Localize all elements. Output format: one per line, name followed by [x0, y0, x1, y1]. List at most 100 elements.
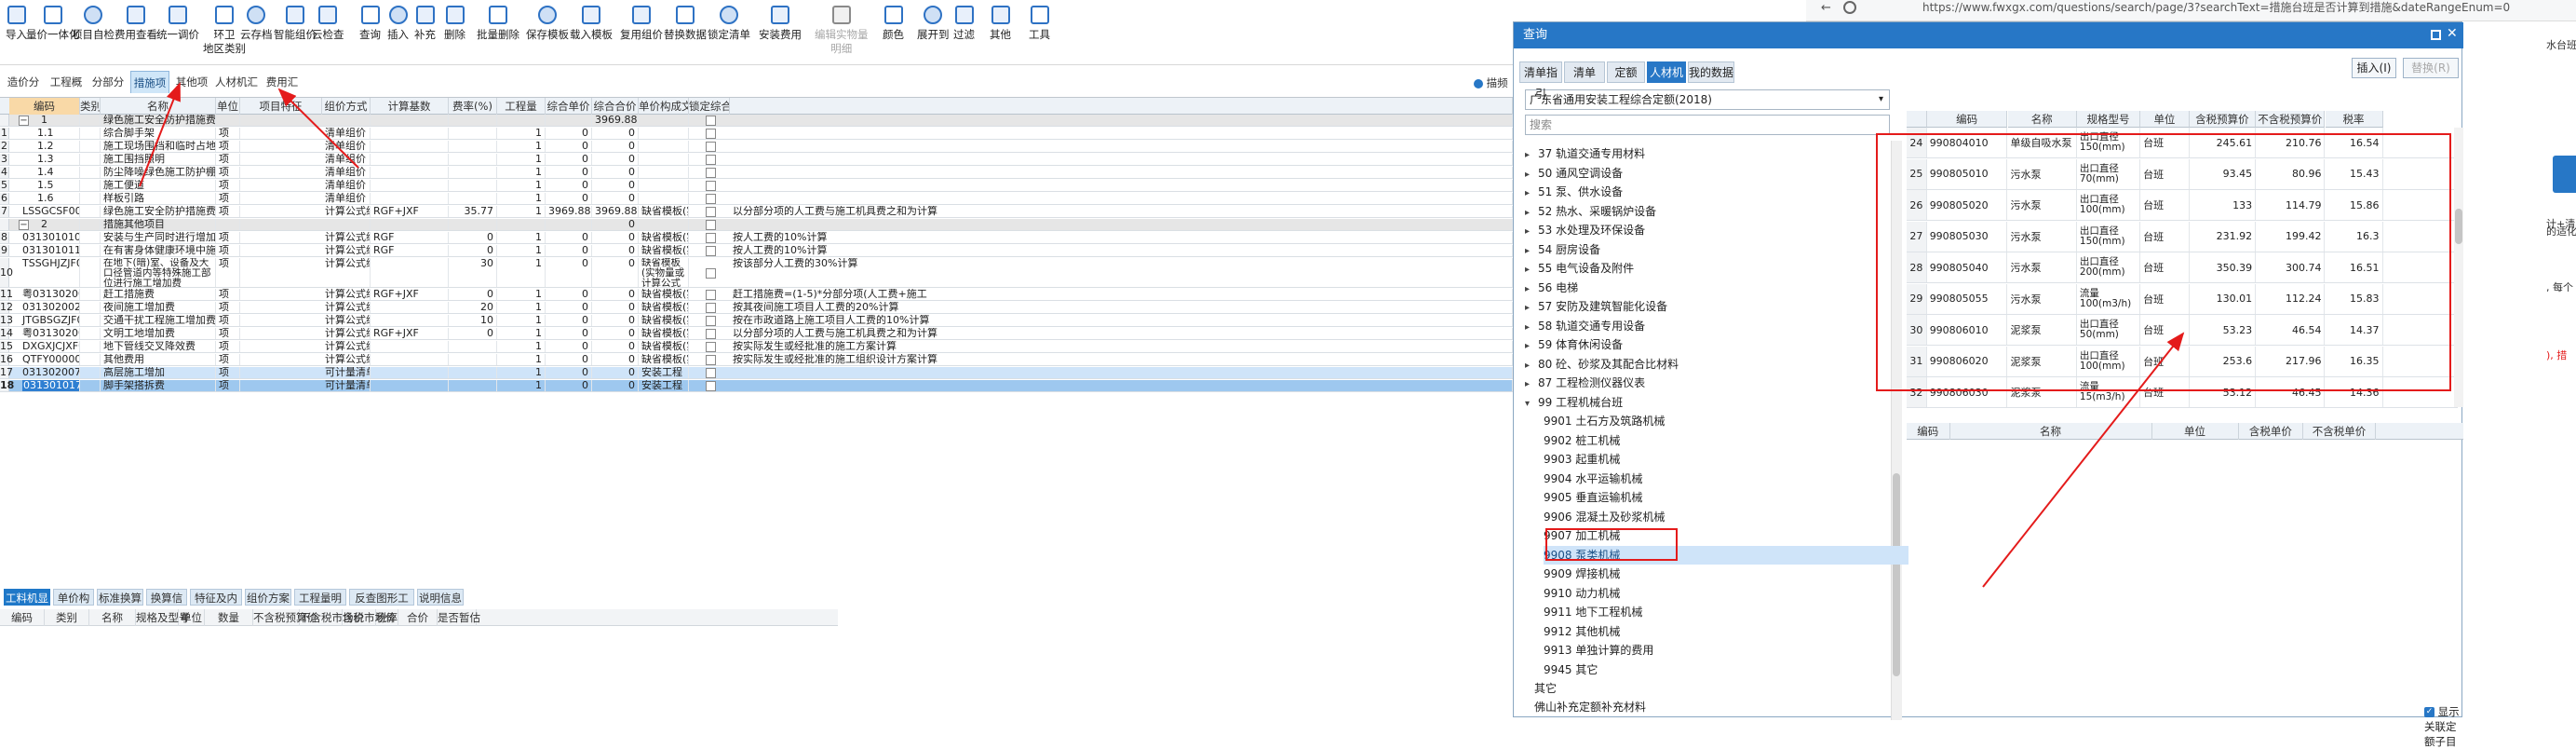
table-row[interactable]: 6 1.6 样板引路项清单组价 1 0 0 — [0, 193, 1513, 205]
cell-code[interactable]: 粤031302008… — [9, 289, 80, 300]
tree-node[interactable]: ▸ 55 电气设备及附件 — [1525, 259, 1634, 278]
cell-method[interactable]: 计算公式组价 — [322, 354, 371, 365]
cell-method[interactable]: 清单组价 — [322, 141, 371, 152]
cell-rate[interactable] — [449, 341, 497, 352]
collapsed-icon[interactable]: ▸ — [1525, 319, 1538, 337]
cell-cat[interactable] — [80, 180, 101, 191]
description-toggle[interactable]: 描频 — [1474, 75, 1508, 90]
cell-file[interactable]: 缺省模板(实物… — [639, 354, 689, 365]
cell-rate[interactable]: 20 — [449, 302, 497, 313]
cell-base[interactable] — [371, 128, 449, 139]
cell-code[interactable]: 1.3 — [9, 154, 80, 165]
tree-node[interactable]: ▸ 51 泵、供水设备 — [1525, 183, 1623, 201]
back-icon[interactable]: ← — [1821, 2, 1832, 14]
cell-name[interactable]: 其他费用 — [101, 354, 216, 365]
bottom-tab-7[interactable]: 反查图形工程量 — [349, 589, 414, 621]
toolbar-button[interactable]: 过滤 — [953, 0, 975, 42]
table-row[interactable]: 9031301011001在有害身体健康环境中施工增加费项计算公式组价RGF01… — [0, 245, 1513, 257]
cell-base[interactable] — [371, 367, 449, 378]
cell-total[interactable]: 0 — [592, 154, 639, 165]
cell-price[interactable]: 0 — [546, 380, 592, 391]
cell-total[interactable]: 0 — [592, 328, 639, 339]
lock-price-checkbox[interactable] — [706, 142, 716, 152]
cell-price[interactable]: 0 — [546, 128, 592, 139]
cell-price[interactable]: 0 — [546, 289, 592, 300]
cell-total[interactable]: 0 — [592, 245, 639, 256]
cell-name[interactable]: 防尘降噪绿色施工防护棚 — [101, 167, 216, 178]
cell-qty[interactable]: 1 — [497, 180, 546, 191]
cell-rate[interactable]: 10 — [449, 315, 497, 326]
cell-price[interactable]: 0 — [546, 315, 592, 326]
tab-6[interactable]: 费用汇总 — [263, 71, 302, 111]
cell-total[interactable]: 0 — [592, 141, 639, 152]
cell-rate[interactable] — [449, 128, 497, 139]
cell-total[interactable]: 0 — [592, 128, 639, 139]
cell-cat[interactable] — [80, 367, 101, 378]
replace-button[interactable]: 替换(R) — [2403, 58, 2459, 78]
resource-column-1[interactable]: 名称 — [2007, 111, 2077, 128]
cell-method[interactable] — [322, 115, 371, 126]
lock-price-checkbox[interactable] — [706, 381, 716, 391]
cell-name[interactable]: 施工现场围挡和临时占地围挡 — [101, 141, 216, 152]
show-linked-quota-checkbox[interactable]: ✓ 显示关联定额子目 — [2424, 704, 2461, 749]
cell-code[interactable]: 1.6 — [9, 193, 80, 204]
cell-price[interactable]: 0 — [546, 354, 592, 365]
collapsed-icon[interactable]: ▸ — [1525, 184, 1538, 203]
cell-rate[interactable] — [449, 115, 497, 126]
cell-name[interactable]: 绿色施工安全防护措施费 — [101, 206, 216, 217]
bottom-column-0[interactable]: 编码 — [0, 609, 45, 626]
cell-method[interactable]: 计算公式组价 — [322, 258, 371, 287]
cell-desc[interactable] — [730, 193, 1513, 204]
lock-price-checkbox[interactable] — [706, 233, 716, 243]
toolbar-button[interactable]: 补充 — [414, 0, 436, 42]
resource-column-0[interactable]: 编码 — [1926, 111, 2008, 128]
toolbar-button[interactable]: 云检查 — [312, 0, 344, 42]
tree-node[interactable]: 9902 桩工机械 — [1544, 431, 1620, 450]
collapsed-icon[interactable]: ▸ — [1525, 337, 1538, 356]
cell-name[interactable]: 在有害身体健康环境中施工增加费 — [101, 245, 216, 256]
column-header-7[interactable]: 费率(%) — [449, 98, 497, 115]
cell-code[interactable]: QTFY00000001 — [9, 354, 80, 365]
cell-desc[interactable] — [730, 367, 1513, 378]
cell-price[interactable]: 0 — [546, 154, 592, 165]
cell-base[interactable] — [371, 258, 449, 287]
tree-node[interactable]: 9913 单独计算的费用 — [1544, 641, 1653, 660]
cell-file[interactable]: 缺省模板(实物量或计算公式组价) — [639, 258, 689, 287]
cell-code[interactable]: 1.1 — [9, 128, 80, 139]
cell-name[interactable]: 措施其他项目 — [101, 219, 216, 230]
cell-rate[interactable] — [449, 180, 497, 191]
cell-base[interactable]: RGF — [371, 232, 449, 243]
bottom-column-5[interactable]: 数量 — [205, 609, 253, 626]
cell-total[interactable]: 0 — [592, 167, 639, 178]
bottom-column-9[interactable]: 税率 — [376, 609, 398, 626]
cell-code[interactable]: 粤031302009… — [9, 328, 80, 339]
cell-desc[interactable]: 赶工措施费=(1-5)*分部分项(人工费+施工 — [730, 289, 1513, 300]
dialog-tab-1[interactable]: 清单 — [1564, 61, 1605, 83]
cell-total[interactable]: 0 — [592, 302, 639, 313]
cell-total[interactable]: 0 — [592, 193, 639, 204]
cell-rate[interactable]: 0 — [449, 245, 497, 256]
collapsed-icon[interactable]: ▸ — [1525, 223, 1538, 241]
column-header-3[interactable]: 单位 — [216, 98, 240, 115]
cell-qty[interactable]: 1 — [497, 245, 546, 256]
cell-cat[interactable] — [80, 115, 101, 126]
cell-price[interactable]: 3969.88 — [546, 206, 592, 217]
column-header-12[interactable]: 锁定综合单价 — [689, 98, 730, 115]
table-row[interactable]: 4 1.4 防尘降噪绿色施工防护棚项清单组价 1 0 0 — [0, 167, 1513, 179]
lock-price-checkbox[interactable] — [706, 342, 716, 352]
cell-file[interactable]: 安装工程 — [639, 367, 689, 378]
tree-node[interactable]: ▸ 52 热水、采暖锅炉设备 — [1525, 202, 1656, 221]
collapsed-icon[interactable]: ▸ — [1525, 242, 1538, 261]
cell-qty[interactable]: 1 — [497, 380, 546, 391]
reload-icon[interactable] — [1843, 1, 1856, 14]
cell-code[interactable]: 031301011001 — [9, 245, 80, 256]
cell-name[interactable]: 绿色施工安全防护措施费 — [101, 115, 216, 126]
cell-desc[interactable]: 按该部分人工费的30%计算 — [730, 258, 1513, 287]
maximize-icon[interactable] — [2431, 30, 2441, 40]
column-header-2[interactable]: 名称 — [101, 98, 216, 115]
cell-name[interactable]: 交通干扰工程施工增加费 — [101, 315, 216, 326]
cell-total[interactable]: 0 — [592, 315, 639, 326]
bottom-tab-1[interactable]: 单价构成 — [53, 589, 94, 621]
cell-method[interactable]: 计算公式组价 — [322, 206, 371, 217]
cell-base[interactable] — [371, 141, 449, 152]
